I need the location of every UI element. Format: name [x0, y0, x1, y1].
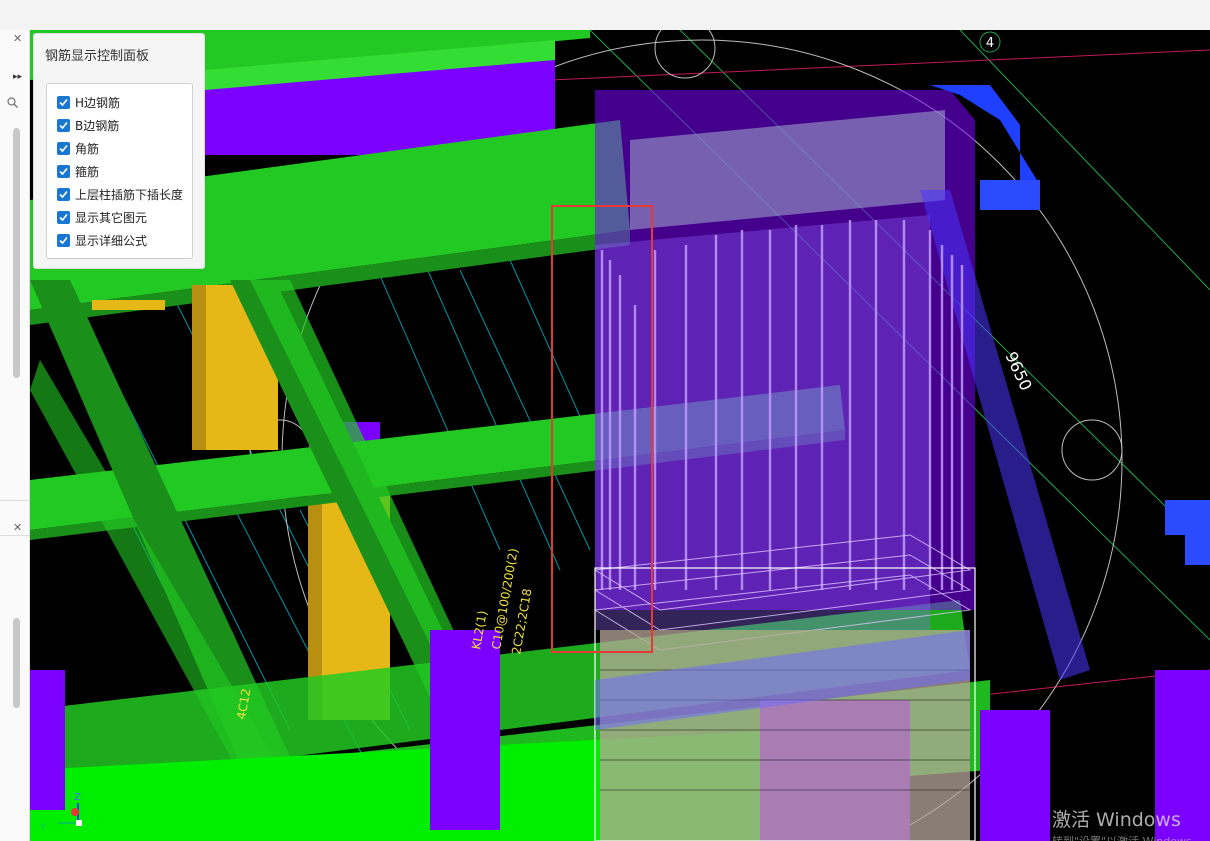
- panel-title: 钢筋显示控制面板: [45, 49, 150, 64]
- activation-watermark: 激活 Windows: [1052, 809, 1181, 831]
- options-box: H边钢筋 B边钢筋 角筋 箍筋 上层柱插筋下插长度 显示其它图元 显示详细公式: [46, 83, 193, 259]
- 3d-viewport[interactable]: KL2(1) C10@100/200(2) 2C22;2C18 4C12 4 9…: [30, 30, 1210, 841]
- option-stirrup[interactable]: 箍筋: [57, 162, 99, 180]
- checkbox-checked-icon[interactable]: [57, 164, 70, 178]
- expand-arrow-icon[interactable]: ▸▸: [13, 72, 22, 82]
- beam-label: 2C22;2C18: [509, 587, 534, 655]
- divider: [0, 535, 29, 536]
- option-label: B边钢筋: [75, 118, 120, 133]
- left-side-panel: ✕ ▸▸ ✕: [0, 30, 30, 841]
- option-upper-column-dowel-length[interactable]: 上层柱插筋下插长度: [57, 185, 183, 203]
- axis-z-label: Z: [74, 792, 81, 803]
- app-top-bar: [0, 0, 1210, 31]
- checkbox-checked-icon[interactable]: [57, 187, 70, 201]
- option-label: 箍筋: [75, 164, 100, 179]
- option-corner-rebar[interactable]: 角筋: [57, 139, 99, 157]
- rebar-display-control-panel: 钢筋显示控制面板 H边钢筋 B边钢筋 角筋 箍筋 上层柱插筋下插长度 显示其它图…: [33, 33, 205, 269]
- checkbox-checked-icon[interactable]: [57, 95, 70, 109]
- checkbox-checked-icon[interactable]: [57, 210, 70, 224]
- scrollbar-thumb[interactable]: [13, 618, 20, 708]
- option-label: 上层柱插筋下插长度: [75, 187, 184, 202]
- option-label: 显示其它图元: [75, 210, 148, 225]
- checkbox-checked-icon[interactable]: [57, 233, 70, 247]
- option-show-detailed-formula[interactable]: 显示详细公式: [57, 231, 147, 249]
- axis-y-label: Y: [39, 822, 47, 833]
- scrollbar-thumb[interactable]: [13, 128, 20, 378]
- checkbox-checked-icon[interactable]: [57, 118, 70, 132]
- option-label: 显示详细公式: [75, 233, 148, 248]
- option-label: 角筋: [75, 141, 100, 156]
- option-h-side-rebar[interactable]: H边钢筋: [57, 93, 120, 111]
- option-show-other-elements[interactable]: 显示其它图元: [57, 208, 147, 226]
- option-label: H边钢筋: [75, 95, 121, 110]
- divider: [0, 500, 29, 501]
- close-icon[interactable]: ✕: [13, 521, 22, 534]
- rebar-3d-scene[interactable]: KL2(1) C10@100/200(2) 2C22;2C18 4C12 4 9…: [30, 30, 1210, 841]
- option-b-side-rebar[interactable]: B边钢筋: [57, 116, 119, 134]
- search-icon[interactable]: [7, 97, 18, 108]
- activation-watermark-sub: 转到"设置"以激活 Windows。: [1052, 833, 1203, 841]
- axis-number: 4: [986, 36, 994, 51]
- checkbox-checked-icon[interactable]: [57, 141, 70, 155]
- close-icon[interactable]: ✕: [13, 32, 22, 45]
